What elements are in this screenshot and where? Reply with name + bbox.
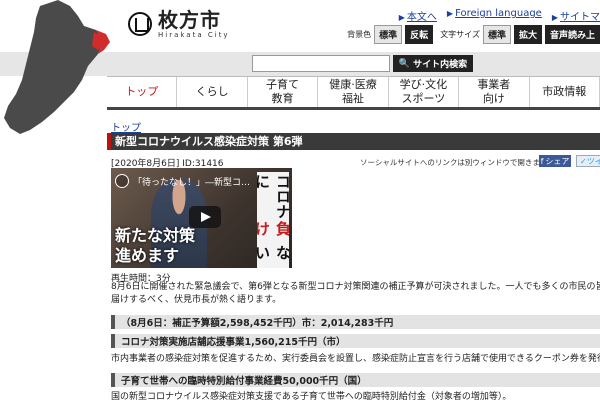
nav-item-living[interactable]: くらし [177,77,248,107]
logo-text-en: Hirakata City [158,31,230,39]
nav-item-business[interactable]: 事業者 向け [459,77,530,107]
section-heading-store-support: コロナ対策実施店舗応援事業1,560,215千円（市） [111,334,600,348]
triangle-icon: ▶ [446,9,454,18]
video-title[interactable]: 「待ったなし！」―新型コ… [133,175,250,188]
size-standard-button[interactable]: 標準 [482,25,511,44]
bg-color-label: 背景色 [347,30,372,39]
social-note: ソーシャルサイトへのリンクは別ウィンドウで開きます [360,158,548,167]
section-heading-child-benefit: 子育て世帯への臨時特別給付事業経費50,000千円（国） [111,373,600,387]
facebook-share-label: シェア [545,156,570,166]
nav-item-top[interactable]: トップ [107,77,178,107]
facebook-share-button[interactable]: f シェア [539,155,571,167]
search-icon: 🔍 [398,58,411,69]
city-logo[interactable]: 枚方市 Hirakata City [128,9,230,39]
display-settings: 背景色 標準 反転 文字サイズ 標準 拡大 音声読み上 [343,25,600,44]
size-large-button[interactable]: 拡大 [513,25,542,44]
nav-item-learning-culture-sports[interactable]: 学び·文化 スポーツ [389,77,460,107]
triangle-icon: ▶ [398,13,405,22]
global-navigation: トップ くらし 子育て 教育 健康·医療 福祉 学び·文化 スポーツ 事業者 向… [107,76,600,110]
triangle-icon: ▶ [551,13,558,22]
site-search-input[interactable] [252,55,390,72]
twitter-share-label: ツイ [586,156,600,166]
twitter-share-button[interactable]: ✓ ツイ [576,155,600,167]
lead-paragraph: 8月6日に開催された緊急議会で、第6弾となる新型コロナ対策関連の補正予算が可決さ… [111,282,600,305]
play-button-icon[interactable] [189,206,221,228]
osaka-prefecture-map-icon [4,0,110,134]
voice-reading-button[interactable]: 音声読み上 [544,25,600,44]
bg-standard-button[interactable]: 標準 [374,25,403,44]
channel-logo-icon [115,174,129,188]
video-player[interactable]: 「待ったなし！」―新型コ… 新たな対策 進めます コロナに 負け ない [111,168,292,268]
top-links: ▶ 本文へ ▶ Foreign language ▶ サイトマ [399,8,600,23]
bg-invert-button[interactable]: 反転 [405,25,434,44]
sitemap-link[interactable]: サイトマ [560,12,600,23]
section-body-child-benefit: 国の新型コロナウイルス感染症対策支援である子育て世帯への臨時特別給付金（対象者の… [111,392,512,400]
logo-text-jp: 枚方市 [158,8,221,32]
font-size-label: 文字サイズ [440,30,480,39]
video-caption-main: 新たな対策 進めます [115,226,196,265]
page-title: 新型コロナウイルス感染症対策 第6弾 [107,133,600,150]
section-body-store-support: 市内事業者の感染症対策を促進するため、実行委員会を設置し、感染症防止宣言を行う店… [111,354,600,364]
city-emblem-icon [128,12,152,36]
nav-item-childcare-education[interactable]: 子育て 教育 [248,77,319,107]
site-search-button[interactable]: 🔍 サイト内検索 [393,55,473,72]
site-search-label: サイト内検索 [413,60,468,70]
twitter-icon: ✓ [580,156,587,166]
facebook-icon: f [540,156,544,166]
nav-item-health-welfare[interactable]: 健康·医療 福祉 [318,77,389,107]
skip-to-content-link[interactable]: 本文へ [407,12,437,23]
nav-item-city-info[interactable]: 市政情報 [530,77,600,107]
video-caption-vertical: コロナに 負け ない [257,172,289,268]
breadcrumb-top-link[interactable]: トップ [111,119,141,134]
budget-summary-heading: （8月6日：補正予算額2,598,452千円）市：2,014,283千円 [111,315,600,329]
foreign-language-link[interactable]: Foreign language [455,8,542,19]
